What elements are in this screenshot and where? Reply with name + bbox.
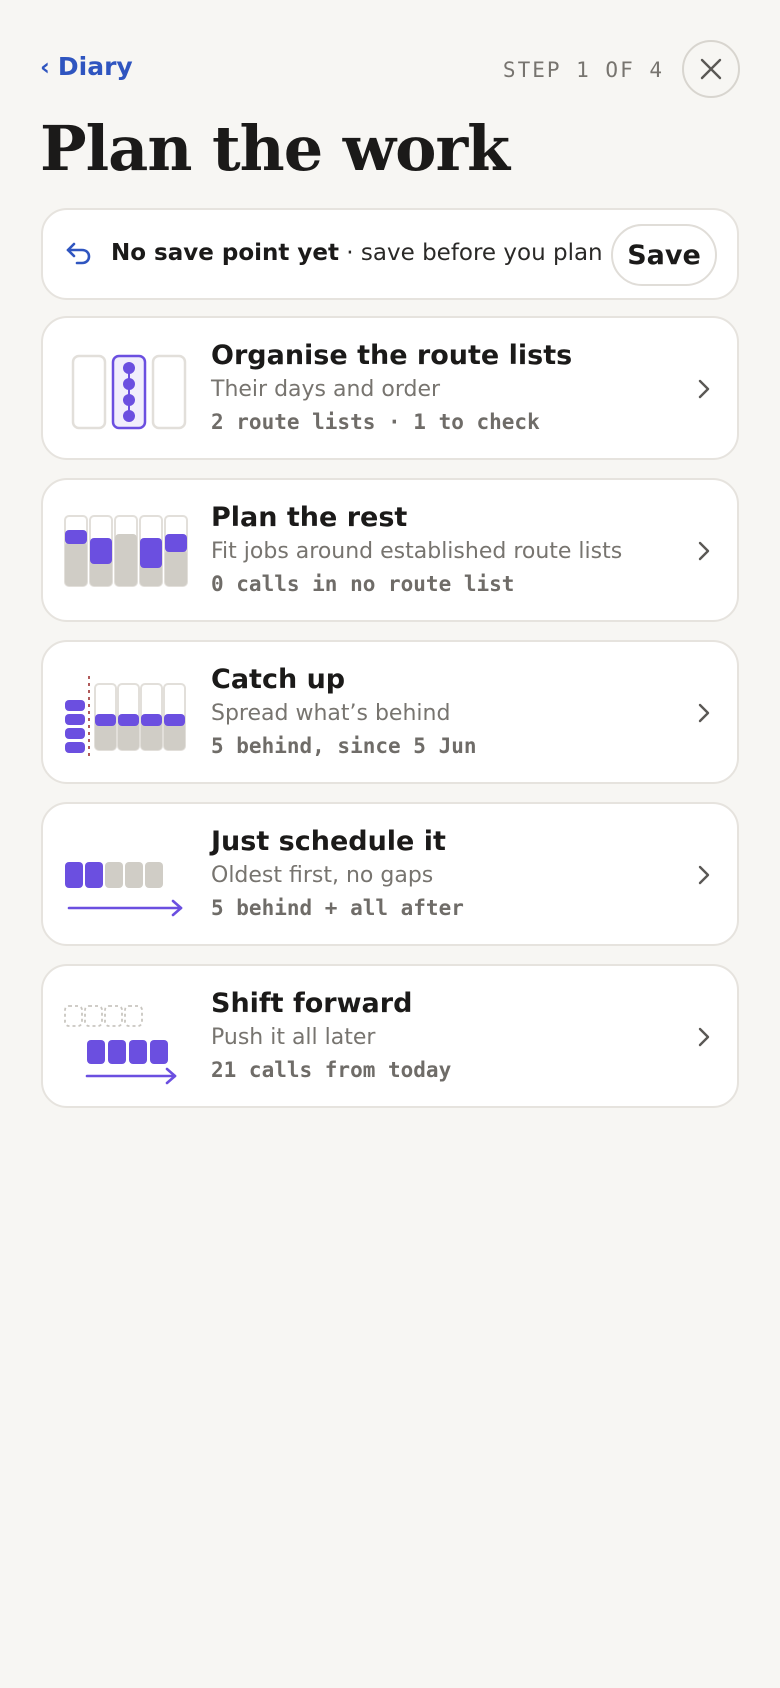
step-indicator: STEP 1 OF 4 <box>502 58 664 82</box>
page-title: Plan the work <box>40 112 510 185</box>
option-subtitle: Their days and order <box>211 377 441 402</box>
chevron-right-icon <box>698 703 710 723</box>
option-meta: 5 behind, since 5 Jun <box>211 734 477 758</box>
header: ‹ Diary STEP 1 OF 4 <box>0 0 780 120</box>
catch-up-icon <box>65 676 186 756</box>
option-subtitle: Fit jobs around established route lists <box>211 539 623 564</box>
chevron-right-icon <box>698 379 710 399</box>
option-plan-the-rest[interactable]: Plan the rest Fit jobs around establishe… <box>41 478 739 622</box>
option-title: Catch up <box>211 664 346 695</box>
option-title: Organise the route lists <box>211 340 573 371</box>
option-title: Just schedule it <box>211 826 446 857</box>
chevron-right-icon <box>698 865 710 885</box>
option-meta: 5 behind + all after <box>211 896 464 920</box>
option-organise-route-lists[interactable]: Organise the route lists Their days and … <box>41 316 739 460</box>
option-title: Shift forward <box>211 988 413 1019</box>
option-meta: 21 calls from today <box>211 1058 452 1082</box>
back-to-diary-link[interactable]: ‹ Diary <box>40 52 133 81</box>
save-status: No save point yet · save before you plan <box>111 240 603 266</box>
option-subtitle: Push it all later <box>211 1025 376 1050</box>
option-catch-up[interactable]: Catch up Spread what’s behind 5 behind, … <box>41 640 739 784</box>
option-just-schedule-it[interactable]: Just schedule it Oldest first, no gaps 5… <box>41 802 739 946</box>
save-status-bold: No save point yet <box>111 240 339 266</box>
option-shift-forward[interactable]: Shift forward Push it all later 21 calls… <box>41 964 739 1108</box>
route-lists-icon <box>71 354 187 430</box>
save-point-bar: No save point yet · save before you plan… <box>41 208 739 300</box>
close-icon <box>700 58 722 80</box>
chevron-left-icon: ‹ <box>40 52 50 81</box>
chevron-right-icon <box>698 1027 710 1047</box>
option-subtitle: Spread what’s behind <box>211 701 451 726</box>
save-button[interactable]: Save <box>611 224 717 286</box>
close-button[interactable] <box>682 40 740 98</box>
undo-icon <box>66 242 91 265</box>
option-title: Plan the rest <box>211 502 408 533</box>
option-subtitle: Oldest first, no gaps <box>211 863 434 888</box>
back-label: Diary <box>57 52 133 81</box>
save-status-rest: · save before you plan <box>338 240 603 266</box>
schedule-icon <box>65 862 183 917</box>
shift-forward-icon <box>64 1005 177 1085</box>
chevron-right-icon <box>698 541 710 561</box>
option-meta: 2 route lists · 1 to check <box>211 410 540 434</box>
plan-rest-icon <box>64 515 188 587</box>
option-meta: 0 calls in no route list <box>211 572 515 596</box>
